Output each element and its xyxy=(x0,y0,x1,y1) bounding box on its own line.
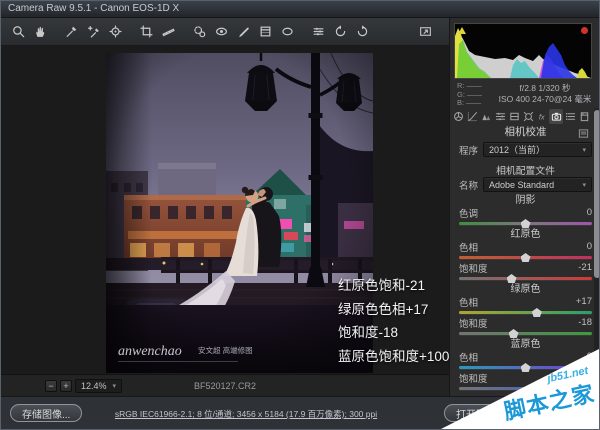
scrollbar-thumb[interactable] xyxy=(594,110,600,278)
green-hue-labels: 色相+17 xyxy=(450,296,600,307)
process-select[interactable]: 2012（当前） ▾ xyxy=(483,142,592,157)
shadow-tint-labels: 色调0 xyxy=(450,207,600,218)
process-value: 2012（当前） xyxy=(489,143,545,156)
shadow-tint-slider[interactable] xyxy=(459,218,592,228)
histogram-plot xyxy=(455,24,591,78)
tab-lens-corrections[interactable] xyxy=(522,109,536,124)
highlight-clipping-icon xyxy=(581,27,588,34)
title-bar[interactable]: Camera Raw 9.5.1 - Canon EOS-1D X xyxy=(1,1,599,18)
tab-effects[interactable]: fx xyxy=(535,109,549,124)
shadow-clipping-icon xyxy=(458,27,466,34)
green-hue-slider[interactable] xyxy=(459,307,592,317)
toggle-fullscreen-icon[interactable] xyxy=(416,22,435,42)
green-hue-knob[interactable] xyxy=(532,308,542,317)
shadow-tint-value: 0 xyxy=(587,207,592,218)
green-saturation-knob[interactable] xyxy=(509,329,519,338)
green-saturation-value: -18 xyxy=(578,317,592,328)
svg-text:fx: fx xyxy=(539,112,545,121)
profile-select[interactable]: Adobe Standard ▾ xyxy=(483,177,592,192)
graduated-filter-tool-icon[interactable] xyxy=(256,22,275,42)
exposure-info: f/2.8 1/320 秒 xyxy=(492,83,598,94)
red-hue-knob[interactable] xyxy=(521,253,531,262)
red-saturation-value: -21 xyxy=(578,262,592,273)
overlay-line: 红原色饱和-21 xyxy=(338,274,449,298)
red-hue-labels: 色相0 xyxy=(450,241,600,252)
tab-camera-calibration[interactable] xyxy=(549,109,563,124)
toolbar xyxy=(1,18,449,46)
workflow-options-link[interactable]: sRGB IEC61966-2.1; 8 位/通道; 3456 x 5184 (… xyxy=(1,408,491,420)
svg-text:安文超 高端修图: 安文超 高端修图 xyxy=(198,345,253,355)
targeted-adjustment-tool-icon[interactable] xyxy=(106,22,125,42)
profile-value: Adobe Standard xyxy=(489,180,554,190)
preview-area: anwenchao 安文超 高端修图 红原色饱和-21绿原色色相+17饱和度-1… xyxy=(1,46,449,374)
green-saturation-slider[interactable] xyxy=(459,328,592,338)
highlight-clipping-toggle[interactable] xyxy=(580,26,589,35)
tab-snapshots[interactable] xyxy=(577,109,591,124)
process-row: 程序 2012（当前） ▾ xyxy=(450,142,600,157)
profile-name-label: 名称 xyxy=(459,178,478,192)
blue-hue-knob[interactable] xyxy=(521,363,531,372)
window-title: Camera Raw 9.5.1 - Canon EOS-1D X xyxy=(8,3,179,14)
shadow-clipping-toggle[interactable] xyxy=(457,26,466,35)
rgb-readout: R: ——G: ——B: —— xyxy=(457,82,482,108)
green-hue-value: +17 xyxy=(576,296,592,307)
tab-presets[interactable] xyxy=(563,109,577,124)
panel-tabs: fx xyxy=(452,108,591,124)
green-hue-track[interactable] xyxy=(459,311,592,314)
view-bar: − + 12.4% ▾ BF520127.CR2 xyxy=(1,374,449,396)
red-eye-tool-icon[interactable] xyxy=(212,22,231,42)
chevron-down-icon: ▾ xyxy=(582,146,586,154)
photo-vignette xyxy=(106,53,373,373)
green-saturation-labels: 饱和度-18 xyxy=(450,317,600,328)
overlay-line: 蓝原色饱和度+100 xyxy=(338,345,449,369)
rotate-left-tool-icon[interactable] xyxy=(331,22,350,42)
adjustment-brush-tool-icon[interactable] xyxy=(234,22,253,42)
red-hue-value: 0 xyxy=(587,241,592,252)
overlay-line: 绿原色色相+17 xyxy=(338,298,449,322)
zoom-tool-icon[interactable] xyxy=(9,22,28,42)
crop-tool-icon[interactable] xyxy=(137,22,156,42)
camera-raw-window: Camera Raw 9.5.1 - Canon EOS-1D X xyxy=(0,0,600,430)
shadow-tint-knob[interactable] xyxy=(521,219,531,228)
tab-tone-curve[interactable] xyxy=(466,109,480,124)
profile-row: 名称 Adobe Standard ▾ xyxy=(450,177,600,192)
overlay-line: 饱和度-18 xyxy=(338,321,449,345)
straighten-tool-icon[interactable] xyxy=(159,22,178,42)
green-saturation-track[interactable] xyxy=(459,332,592,335)
tab-split-toning[interactable] xyxy=(508,109,522,124)
rgb-value-B: B: —— xyxy=(457,99,482,108)
photo-preview[interactable]: anwenchao 安文超 高端修图 xyxy=(106,53,373,373)
lens-info: ISO 400 24-70@24 毫米 xyxy=(492,94,598,105)
preferences-tool-icon[interactable] xyxy=(309,22,328,42)
tab-basic[interactable] xyxy=(452,109,466,124)
red-saturation-slider[interactable] xyxy=(459,273,592,283)
white-balance-tool-icon[interactable] xyxy=(62,22,81,42)
filename-label: BF520127.CR2 xyxy=(1,381,449,391)
hand-tool-icon[interactable] xyxy=(31,22,50,42)
chevron-down-icon: ▾ xyxy=(582,181,586,189)
adjustment-notes-overlay: 红原色饱和-21绿原色色相+17饱和度-18蓝原色饱和度+100 xyxy=(338,274,449,368)
process-label: 程序 xyxy=(459,143,478,157)
tab-hsl-grayscale[interactable] xyxy=(494,109,508,124)
histogram xyxy=(454,23,592,79)
red-saturation-track[interactable] xyxy=(459,277,592,280)
color-sampler-tool-icon[interactable] xyxy=(84,22,103,42)
rotate-right-tool-icon[interactable] xyxy=(353,22,372,42)
right-panel: R: ——G: ——B: —— f/2.8 1/320 秒 ISO 400 24… xyxy=(449,18,600,396)
radial-filter-tool-icon[interactable] xyxy=(278,22,297,42)
spot-removal-tool-icon[interactable] xyxy=(190,22,209,42)
red-saturation-labels: 饱和度-21 xyxy=(450,262,600,273)
panel-scrollbar[interactable] xyxy=(594,108,600,392)
exif-info: R: ——G: ——B: —— f/2.8 1/320 秒 ISO 400 24… xyxy=(454,82,598,107)
tab-detail[interactable] xyxy=(480,109,494,124)
red-saturation-knob[interactable] xyxy=(507,274,517,283)
svg-text:anwenchao: anwenchao xyxy=(118,344,182,359)
profile-section-header: 相机配置文件 xyxy=(450,163,600,177)
red-hue-slider[interactable] xyxy=(459,252,592,262)
